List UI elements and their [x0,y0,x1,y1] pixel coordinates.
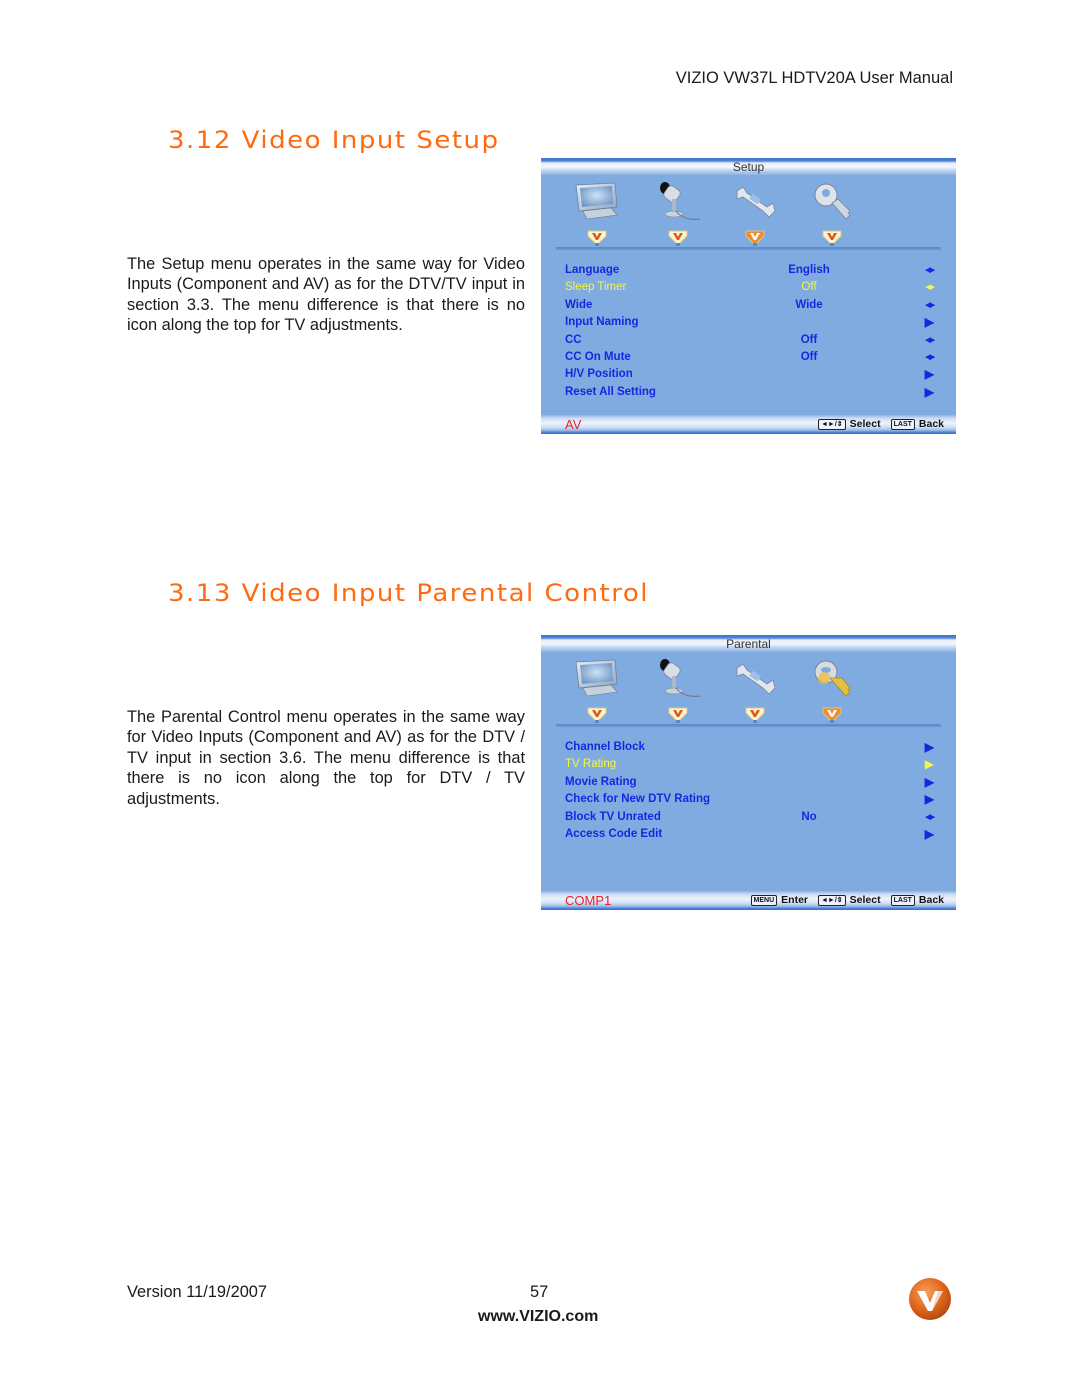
right-arrow-icon: ▶ [924,367,934,382]
left-right-arrow-icon: ◀▶ [925,336,935,344]
menu-item-value: Off [800,350,818,363]
key-hints: ◄►/⇕ Select LAST Back [812,418,944,430]
right-arrow-icon: ▶ [924,740,934,754]
hint-label-select: Select [849,894,881,906]
menu-item-check-for-new-dtv-rating[interactable]: Check for New DTV Rating ▶ [541,791,956,808]
key-hints: MENU Enter ◄►/⇕ Select LAST Back [745,894,944,906]
menu-item-label: TV Rating [565,758,617,771]
right-arrow-icon: ▶ [924,384,934,399]
menu-item-label: Wide [565,298,593,311]
right-arrow-icon: ▶ [924,757,934,772]
key-icon[interactable] [808,181,856,223]
menu-title: Parental [541,635,956,652]
section-body-video-input-parental-control: The Parental Control menu operates in th… [127,708,525,808]
tab-marker-icon[interactable] [586,705,608,723]
page-number: 57 [530,1283,549,1301]
menu-item-input-naming[interactable]: Input Naming ▶ [541,314,956,331]
tab-marker-icon[interactable] [821,228,843,246]
menu-item-access-code-edit[interactable]: Access Code Edit ▶ [541,826,956,843]
left-right-arrow-icon: ◀▶ [925,284,935,292]
menu-item-label: H/V Position [565,368,633,381]
menu-item-label: Sleep Timer [565,281,627,294]
last-key-icon: LAST [890,894,915,906]
tab-marker-icon[interactable] [667,705,689,723]
wrench-icon[interactable] [731,658,779,700]
left-right-arrow-icon: ◀▶ [925,813,935,821]
hint-label-back: Back [918,418,944,430]
parental-menu-screenshot: Parental Channel Block ▶ TV Rating ▶ Movie R… [541,635,956,910]
menu-item-tv-rating[interactable]: TV Rating ▶ [541,756,956,773]
arrows-key-icon: ◄►/⇕ [818,894,846,906]
input-source-label: COMP1 [565,893,612,908]
menu-footer: COMP1 MENU Enter ◄►/⇕ Select LAST Back [541,891,956,910]
menu-rows: Channel Block ▶ TV Rating ▶ Movie Rating ▶ Che… [541,727,956,843]
monitor-icon[interactable] [573,181,621,223]
last-key-icon: LAST [890,418,915,430]
menu-item-label: Reset All Setting [565,385,656,398]
menu-item-label: Input Naming [565,316,639,329]
hint-label-select: Select [849,418,881,430]
right-arrow-icon: ▶ [924,826,934,841]
key-icon[interactable] [808,658,856,700]
tab-marker-icon[interactable] [667,228,689,246]
menu-item-block-tv-unrated[interactable]: Block TV Unrated No ◀▶ [541,809,956,826]
menu-item-label: Language [565,264,620,276]
menu-title: Setup [541,158,956,175]
menu-item-reset-all-setting[interactable]: Reset All Setting ▶ [541,384,956,401]
section-body-video-input-setup: The Setup menu operates in the same way … [127,255,525,335]
right-arrow-icon: ▶ [924,315,934,330]
menu-item-wide[interactable]: Wide Wide ◀▶ [541,297,956,314]
left-right-arrow-icon: ◀▶ [925,353,935,361]
menu-item-label: Access Code Edit [565,827,663,840]
tab-marker-icon[interactable] [744,705,766,723]
left-right-arrow-icon: ◀▶ [925,267,935,274]
arrows-key-icon: ◄►/⇕ [818,418,846,430]
camera-icon[interactable] [654,181,702,223]
menu-item-label: CC [565,333,582,346]
setup-menu-screenshot: Setup Language English ◀▶ Sleep Timer Off ◀▶ W… [541,158,956,434]
right-arrow-icon: ▶ [924,792,934,807]
menu-item-label: Check for New DTV Rating [565,793,711,806]
menu-item-channel-block[interactable]: Channel Block ▶ [541,739,956,756]
menu-item-cc-on-mute[interactable]: CC On Mute Off ◀▶ [541,349,956,366]
menu-item-label: Block TV Unrated [565,810,661,823]
menu-item-sleep-timer[interactable]: Sleep Timer Off ◀▶ [541,279,956,296]
menu-item-value: Wide [795,298,823,311]
menu-item-label: Movie Rating [565,775,637,788]
menu-item-value: English [788,264,830,276]
version-label: Version 11/19/2007 [127,1283,268,1301]
section-title-video-input-setup: 3.12 Video Input Setup [168,127,500,155]
menu-item-label: CC On Mute [565,350,631,363]
active-tab-marker-icon[interactable] [821,705,843,723]
menu-item-h-v-position[interactable]: H/V Position ▶ [541,366,956,383]
left-right-arrow-icon: ◀▶ [925,301,935,309]
menu-item-label: Channel Block [565,741,645,753]
menu-rows: Language English ◀▶ Sleep Timer Off ◀▶ Wide Wid… [541,250,956,401]
menu-icon-bar [541,175,956,250]
input-source-label: AV [565,417,582,432]
menu-key-icon: MENU [750,894,778,906]
website-link[interactable]: www.VIZIO.com [478,1308,598,1326]
menu-item-value: Off [801,281,817,294]
hint-label-back: Back [918,894,944,906]
menu-item-language[interactable]: Language English ◀▶ [541,262,956,279]
section-title-video-input-parental-control: 3.13 Video Input Parental Control [168,580,649,608]
menu-item-cc[interactable]: CC Off ◀▶ [541,332,956,349]
menu-item-movie-rating[interactable]: Movie Rating ▶ [541,774,956,791]
active-tab-marker-icon[interactable] [744,228,766,246]
tab-marker-icon[interactable] [586,228,608,246]
menu-item-value: Off [800,333,818,346]
wrench-icon[interactable] [731,181,779,223]
monitor-icon[interactable] [573,658,621,700]
camera-icon[interactable] [654,658,702,700]
menu-item-value: No [801,810,817,823]
running-header: VIZIO VW37L HDTV20A User Manual [675,69,953,87]
right-arrow-icon: ▶ [924,774,934,789]
menu-icon-bar [541,652,956,727]
menu-footer: AV ◄►/⇕ Select LAST Back [541,415,956,434]
vizio-logo-icon [909,1278,951,1320]
hint-label-enter: Enter [781,894,808,906]
